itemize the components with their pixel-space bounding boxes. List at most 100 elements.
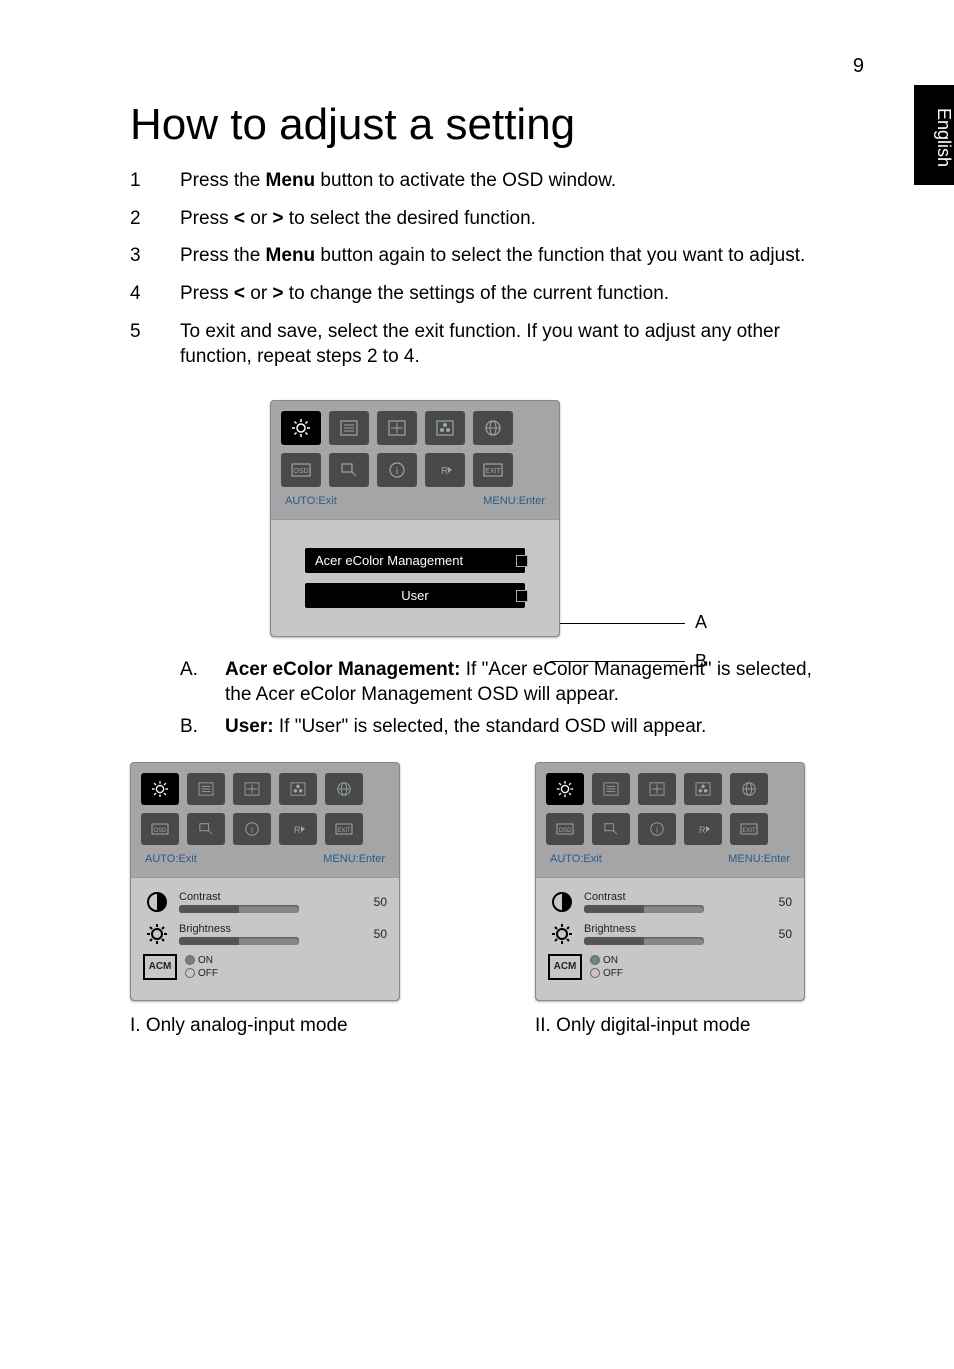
reset-icon[interactable]: R	[684, 813, 722, 845]
hint-auto-exit: AUTO:Exit	[285, 495, 337, 507]
contrast-slider[interactable]	[584, 905, 704, 913]
osd-icon[interactable]: OSD	[141, 813, 179, 845]
reset-icon[interactable]: R	[279, 813, 317, 845]
step-number: 2	[130, 206, 180, 232]
globe-icon[interactable]	[325, 773, 363, 805]
signal-icon[interactable]	[329, 453, 369, 487]
acm-on-option[interactable]: ON	[185, 955, 218, 966]
step-3: 3 Press the Menu button again to select …	[130, 243, 840, 269]
caption-analog: I. Only analog-input mode	[130, 1015, 435, 1037]
hint-menu-enter: MENU:Enter	[728, 853, 790, 865]
hint-menu-enter: MENU:Enter	[483, 495, 545, 507]
page-title: How to adjust a setting	[130, 100, 840, 150]
color-icon[interactable]	[279, 773, 317, 805]
list-icon[interactable]	[329, 411, 369, 445]
submenu-indicator-icon	[516, 555, 528, 567]
svg-text:OSD: OSD	[558, 828, 572, 834]
acm-on-option[interactable]: ON	[590, 955, 623, 966]
svg-text:i: i	[396, 466, 399, 477]
acm-control[interactable]: ACM ON OFF	[143, 954, 387, 980]
sun-icon[interactable]	[546, 773, 584, 805]
contrast-slider[interactable]	[179, 905, 299, 913]
contrast-value: 50	[768, 895, 792, 909]
exit-icon[interactable]: EXIT	[473, 453, 513, 487]
note-a: A. Acer eColor Management: If "Acer eCol…	[180, 657, 840, 708]
svg-text:i: i	[251, 825, 254, 834]
page-number: 9	[853, 55, 864, 78]
callout-descriptions: A. Acer eColor Management: If "Acer eCol…	[180, 657, 840, 740]
position-icon[interactable]	[233, 773, 271, 805]
hint-menu-enter: MENU:Enter	[323, 853, 385, 865]
contrast-control[interactable]: Contrast 50	[143, 890, 387, 914]
callout-label-a: A	[695, 612, 707, 633]
osd-icon[interactable]: OSD	[281, 453, 321, 487]
dual-osd-figures: OSD i R EXIT AUTO:Exit MENU:Enter	[130, 762, 840, 1037]
reset-icon[interactable]: R	[425, 453, 465, 487]
language-tab: English	[914, 85, 954, 185]
leader-line-b	[550, 661, 685, 662]
info-icon[interactable]: i	[638, 813, 676, 845]
acm-control[interactable]: ACM ON OFF	[548, 954, 792, 980]
step-5: 5 To exit and save, select the exit func…	[130, 319, 840, 370]
brightness-control[interactable]: Brightness 50	[143, 922, 387, 946]
menu-acer-ecolor[interactable]: Acer eColor Management	[305, 548, 525, 573]
osd-tab-row-2: OSD i R EXIT	[281, 453, 549, 487]
acm-icon: ACM	[548, 954, 582, 980]
svg-text:R: R	[294, 825, 301, 835]
list-icon[interactable]	[592, 773, 630, 805]
contrast-value: 50	[363, 895, 387, 909]
acm-off-option[interactable]: OFF	[185, 968, 218, 979]
caption-digital: II. Only digital-input mode	[535, 1015, 840, 1037]
page-content: How to adjust a setting 1 Press the Menu…	[130, 100, 840, 1037]
svg-text:i: i	[656, 825, 659, 834]
step-number: 1	[130, 168, 180, 194]
brightness-control[interactable]: Brightness 50	[548, 922, 792, 946]
hint-auto-exit: AUTO:Exit	[550, 853, 602, 865]
step-number: 4	[130, 281, 180, 307]
brightness-slider[interactable]	[584, 937, 704, 945]
contrast-icon	[548, 890, 576, 914]
acm-off-option[interactable]: OFF	[590, 968, 623, 979]
leader-line-a	[560, 623, 685, 624]
step-number: 5	[130, 319, 180, 370]
svg-text:R: R	[699, 825, 706, 835]
menu-user[interactable]: User	[305, 583, 525, 608]
exit-icon[interactable]: EXIT	[730, 813, 768, 845]
position-icon[interactable]	[377, 411, 417, 445]
color-icon[interactable]	[425, 411, 465, 445]
info-icon[interactable]: i	[377, 453, 417, 487]
note-b: B. User: If "User" is selected, the stan…	[180, 714, 840, 740]
sun-icon[interactable]	[141, 773, 179, 805]
info-icon[interactable]: i	[233, 813, 271, 845]
osd-icon[interactable]: OSD	[546, 813, 584, 845]
brightness-value: 50	[768, 927, 792, 941]
brightness-icon	[548, 922, 576, 946]
svg-text:OSD: OSD	[153, 828, 167, 834]
hint-auto-exit: AUTO:Exit	[145, 853, 197, 865]
color-icon[interactable]	[684, 773, 722, 805]
sun-icon[interactable]	[281, 411, 321, 445]
acm-icon: ACM	[143, 954, 177, 980]
brightness-slider[interactable]	[179, 937, 299, 945]
globe-icon[interactable]	[473, 411, 513, 445]
svg-text:EXIT: EXIT	[337, 828, 351, 834]
step-4: 4 Press < or > to change the settings of…	[130, 281, 840, 307]
signal-icon[interactable]	[187, 813, 225, 845]
osd-tab-row-1	[281, 411, 549, 445]
position-icon[interactable]	[638, 773, 676, 805]
brightness-icon	[143, 922, 171, 946]
instruction-list: 1 Press the Menu button to activate the …	[130, 168, 840, 370]
step-2: 2 Press < or > to select the desired fun…	[130, 206, 840, 232]
exit-icon[interactable]: EXIT	[325, 813, 363, 845]
osd-panel-main: OSD i R EXIT AUTO:Exit MENU:Enter Acer e…	[270, 400, 560, 637]
osd-main-figure: OSD i R EXIT AUTO:Exit MENU:Enter Acer e…	[270, 400, 700, 637]
svg-text:R: R	[441, 466, 448, 477]
svg-text:OSD: OSD	[293, 468, 308, 475]
signal-icon[interactable]	[592, 813, 630, 845]
svg-text:EXIT: EXIT	[485, 468, 501, 475]
callout-label-b: B	[695, 651, 707, 672]
globe-icon[interactable]	[730, 773, 768, 805]
osd-hints: AUTO:Exit MENU:Enter	[281, 495, 549, 515]
list-icon[interactable]	[187, 773, 225, 805]
contrast-control[interactable]: Contrast 50	[548, 890, 792, 914]
